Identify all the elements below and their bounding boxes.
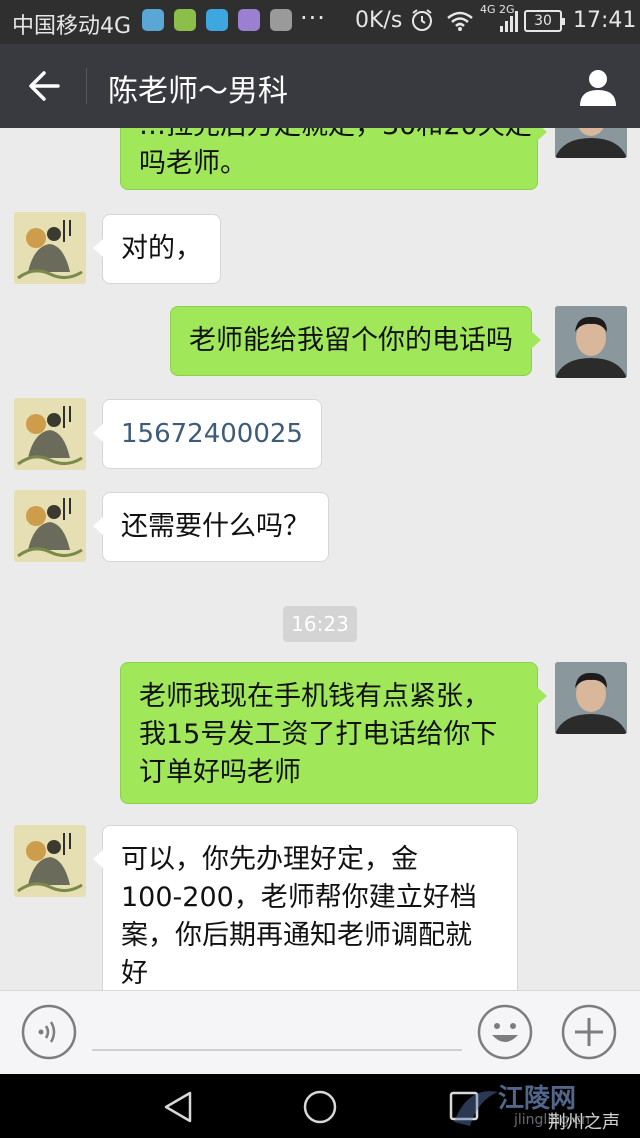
text-notification-icon — [270, 9, 292, 31]
message-bubble-incoming[interactable]: 15672400025 — [93, 399, 322, 469]
avatar[interactable] — [14, 490, 86, 562]
message-bubble-outgoing[interactable]: …拉完后万走就走，30和20天走 吗老师。 — [120, 128, 547, 190]
plus-icon[interactable] — [560, 1003, 618, 1061]
signal-icon — [500, 11, 518, 32]
wifi-icon — [447, 11, 473, 31]
input-bar — [0, 990, 640, 1074]
notification-icon — [142, 9, 164, 31]
message-line: …拉完后万走就走，30和20天走 — [139, 128, 532, 145]
alarm-icon — [412, 9, 432, 31]
emoji-icon[interactable] — [476, 1003, 534, 1061]
watermark-logo-icon — [454, 1091, 498, 1126]
message-bubble-incoming[interactable]: 可以，你先办理好定，金 100-200，老师帮你建立好档 案，你后期再通知老师调… — [93, 825, 518, 990]
chat-header: 陈老师～男科 — [0, 44, 640, 128]
avatar[interactable] — [555, 128, 627, 158]
message-line: 我15号发工资了打电话给你下 — [139, 719, 498, 750]
message-text: 老师能给我留个你的电话吗 — [189, 325, 513, 356]
avatar[interactable] — [14, 212, 86, 284]
message-bubble-outgoing[interactable]: 老师我现在手机钱有点紧张， 我15号发工资了打电话给你下 订单好吗老师 — [120, 662, 547, 804]
message-line: 案，你后期再通知老师调配就 — [121, 920, 472, 951]
message-bubble-outgoing[interactable]: 老师能给我留个你的电话吗 — [170, 306, 541, 376]
status-bar: 中国移动4G ··· 0K/s 4G 2G 30 17:41 — [0, 0, 640, 44]
message-timestamp: 16:23 — [283, 606, 357, 642]
header-divider — [86, 68, 87, 104]
message-line: 老师我现在手机钱有点紧张， — [139, 681, 490, 712]
message-input[interactable] — [92, 1005, 462, 1051]
avatar[interactable] — [555, 662, 627, 734]
message-line: 吗老师。 — [139, 148, 247, 179]
phone-number-link[interactable]: 15672400025 — [121, 419, 303, 449]
gallery-notification-icon — [238, 9, 260, 31]
voice-icon[interactable] — [20, 1003, 78, 1061]
nav-back-icon[interactable] — [160, 1090, 196, 1124]
message-line: 订单好吗老师 — [139, 757, 301, 788]
clock: 17:41 — [573, 8, 637, 33]
nav-home-icon[interactable] — [302, 1089, 338, 1125]
message-list[interactable]: …拉完后万走就走，30和20天走 吗老师。 对的， 老师能给我留个你的电话吗 — [0, 128, 640, 990]
chat-title: 陈老师～男科 — [108, 74, 288, 109]
net-speed: 0K/s — [355, 8, 403, 33]
message-text: 还需要什么吗？ — [121, 511, 310, 542]
message-notification-icon — [206, 9, 228, 31]
message-bubble-incoming[interactable]: 对的， — [93, 214, 221, 284]
watermark-source: 荆州之声 — [548, 1112, 620, 1133]
battery-icon: 30 — [524, 10, 565, 32]
arrow-left-icon[interactable] — [26, 66, 62, 106]
avatar[interactable] — [14, 398, 86, 470]
person-icon[interactable] — [578, 66, 618, 106]
more-notifications-icon: ··· — [300, 4, 326, 32]
system-nav-bar: 江陵网 jlingling.cn 荆州之声 — [0, 1074, 640, 1138]
message-bubble-incoming[interactable]: 还需要什么吗？ — [93, 492, 329, 562]
message-text: 对的， — [121, 233, 202, 264]
message-line: 可以，你先办理好定，金 — [121, 844, 418, 875]
avatar[interactable] — [555, 306, 627, 378]
message-line: 好 — [121, 958, 148, 989]
carrier-label: 中国移动4G — [12, 14, 132, 39]
app-notification-icon — [174, 9, 196, 31]
message-line: 100-200，老师帮你建立好档 — [121, 882, 477, 913]
avatar[interactable] — [14, 825, 86, 897]
